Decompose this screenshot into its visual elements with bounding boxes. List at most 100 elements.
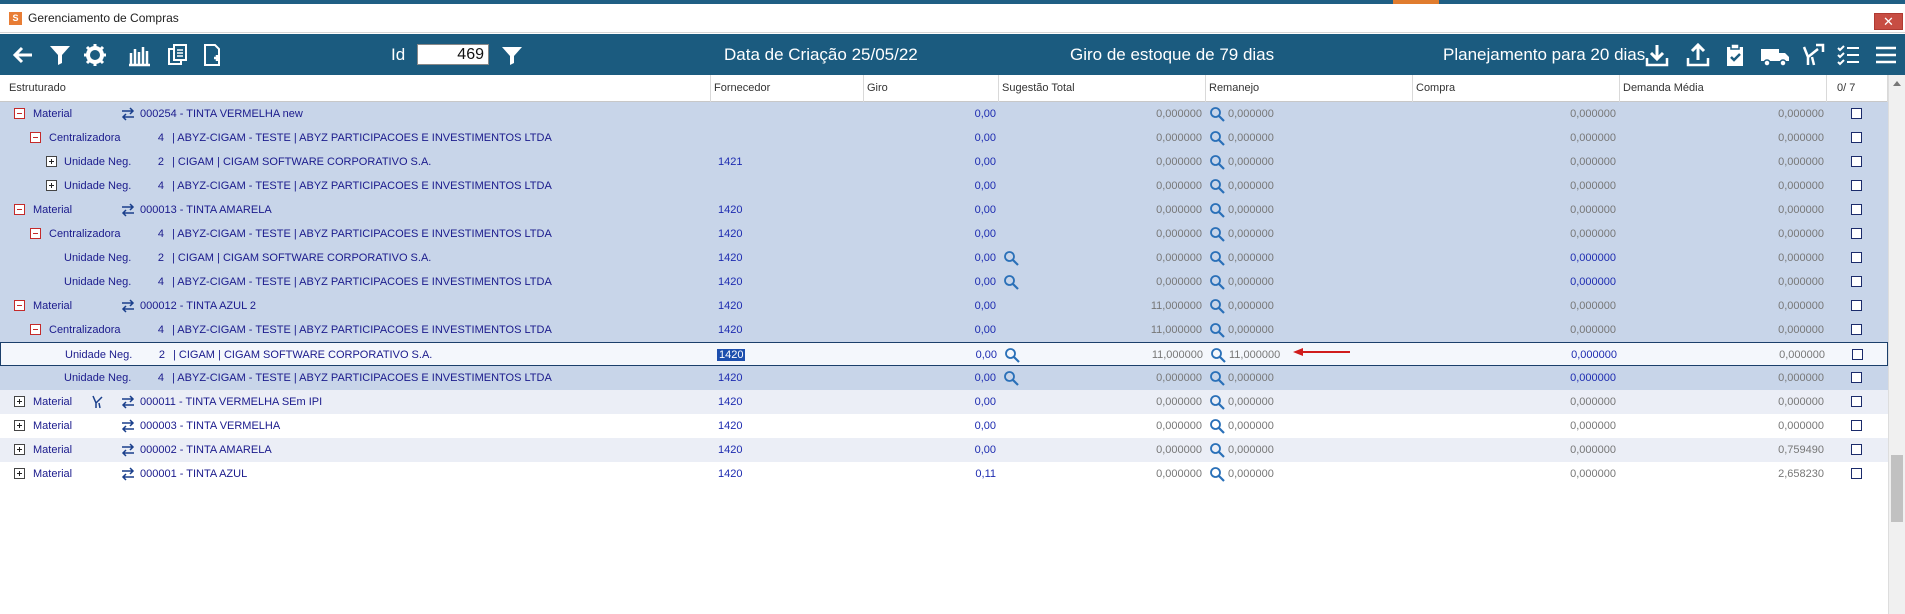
expand-icon[interactable]	[14, 444, 25, 455]
expand-icon[interactable]	[46, 180, 57, 191]
remanejo-cell[interactable]: 0,000000	[1228, 126, 1274, 150]
table-row[interactable]: Material 000001 - TINTA AZUL 1420 0,11 0,000…	[0, 462, 1888, 486]
row-checkbox[interactable]	[1851, 276, 1862, 287]
clipboard-check-icon[interactable]	[1722, 42, 1748, 68]
row-checkbox[interactable]	[1851, 156, 1862, 167]
scroll-thumb[interactable]	[1891, 455, 1903, 522]
id-input[interactable]: 469	[417, 44, 489, 65]
download-icon[interactable]	[1644, 42, 1670, 68]
compra-cell[interactable]: 0,000000	[1413, 462, 1616, 486]
fornecedor-cell[interactable]: 1420	[718, 414, 742, 438]
checklist-icon[interactable]	[1835, 42, 1861, 68]
compra-cell[interactable]: 0,000000	[1413, 366, 1616, 390]
table-row[interactable]: Material 000011 - TINTA VERMELHA SEm IPI 1…	[0, 390, 1888, 414]
expand-icon[interactable]	[14, 420, 25, 431]
search-icon[interactable]	[1209, 322, 1225, 338]
back-arrow-icon[interactable]	[10, 42, 36, 68]
col-fornecedor[interactable]: Fornecedor	[711, 75, 864, 102]
expand-icon[interactable]	[46, 156, 57, 167]
table-row[interactable]: Material 000012 - TINTA AZUL 2 1420 0,00 11,…	[0, 294, 1888, 318]
row-checkbox[interactable]	[1851, 444, 1862, 455]
remanejo-cell[interactable]: 0,000000	[1228, 318, 1274, 342]
fornecedor-cell[interactable]: 1420	[718, 438, 742, 462]
remanejo-cell[interactable]: 0,000000	[1228, 174, 1274, 198]
search-icon[interactable]	[1209, 370, 1225, 386]
table-row[interactable]: Centralizadora 4 | ABYZ-CIGAM - TESTE | AB…	[0, 126, 1888, 150]
new-page-icon[interactable]	[199, 42, 225, 68]
fornecedor-cell[interactable]: 1420	[718, 246, 742, 270]
compra-cell[interactable]: 0,000000	[1413, 438, 1616, 462]
col-demanda[interactable]: Demanda Média	[1620, 75, 1827, 102]
table-row[interactable]: Material 000013 - TINTA AMARELA 1420 0,00 0,…	[0, 198, 1888, 222]
search-icon[interactable]	[1209, 466, 1225, 482]
fornecedor-cell[interactable]: 1421	[718, 150, 742, 174]
menu-icon[interactable]	[1873, 42, 1899, 68]
remanejo-cell[interactable]: 0,000000	[1228, 294, 1274, 318]
remanejo-cell[interactable]: 0,000000	[1228, 462, 1274, 486]
table-row[interactable]: Unidade Neg. 4 | ABYZ-CIGAM - TESTE | ABYZ…	[0, 174, 1888, 198]
col-compra[interactable]: Compra	[1413, 75, 1620, 102]
table-row[interactable]: Unidade Neg. 4 | ABYZ-CIGAM - TESTE | ABYZ…	[0, 366, 1888, 390]
remanejo-cell[interactable]: 0,000000	[1228, 390, 1274, 414]
compra-cell[interactable]: 0,000000	[1413, 126, 1616, 150]
fork-icon[interactable]	[92, 395, 106, 409]
row-checkbox[interactable]	[1851, 372, 1862, 383]
search-icon[interactable]	[1209, 298, 1225, 314]
filter-icon[interactable]	[47, 42, 73, 68]
fornecedor-cell[interactable]: 1420	[718, 270, 742, 294]
remanejo-cell[interactable]: 0,000000	[1228, 366, 1274, 390]
search-icon[interactable]	[1209, 178, 1225, 194]
search-icon[interactable]	[1209, 394, 1225, 410]
table-row[interactable]: Material 000003 - TINTA VERMELHA 1420 0,00 0…	[0, 414, 1888, 438]
search-icon[interactable]	[1209, 226, 1225, 242]
collapse-icon[interactable]	[30, 132, 41, 143]
search-icon[interactable]	[1209, 130, 1225, 146]
fornecedor-cell[interactable]: 1420	[717, 343, 746, 367]
close-button[interactable]: ✕	[1874, 13, 1903, 30]
id-filter-icon[interactable]	[499, 42, 525, 68]
table-row[interactable]: Unidade Neg. 2 | CIGAM | CIGAM SOFTWARE CO…	[0, 342, 1888, 366]
table-row[interactable]: Centralizadora 4 | ABYZ-CIGAM - TESTE | AB…	[0, 318, 1888, 342]
compra-cell[interactable]: 0,000000	[1414, 343, 1617, 367]
row-checkbox[interactable]	[1851, 252, 1862, 263]
gear-icon[interactable]	[82, 42, 108, 68]
remanejo-cell[interactable]: 0,000000	[1228, 150, 1274, 174]
remanejo-cell[interactable]: 0,000000	[1228, 246, 1274, 270]
swap-arrows-icon[interactable]	[121, 299, 135, 313]
row-checkbox[interactable]	[1851, 228, 1862, 239]
remanejo-cell[interactable]: 0,000000	[1228, 438, 1274, 462]
scroll-up-icon[interactable]	[1893, 81, 1901, 86]
table-row[interactable]: Unidade Neg. 2 | CIGAM | CIGAM SOFTWARE CO…	[0, 150, 1888, 174]
truck-icon[interactable]	[1758, 42, 1792, 68]
compra-cell[interactable]: 0,000000	[1413, 102, 1616, 126]
search-icon[interactable]	[1210, 347, 1226, 363]
fornecedor-cell[interactable]: 1420	[718, 390, 742, 414]
remanejo-cell[interactable]: 0,000000	[1228, 198, 1274, 222]
row-checkbox[interactable]	[1851, 300, 1862, 311]
swap-arrows-icon[interactable]	[121, 395, 135, 409]
row-checkbox[interactable]	[1851, 396, 1862, 407]
row-checkbox[interactable]	[1851, 324, 1862, 335]
copy-pages-icon[interactable]	[165, 42, 191, 68]
row-checkbox[interactable]	[1851, 420, 1862, 431]
compra-cell[interactable]: 0,000000	[1413, 198, 1616, 222]
fornecedor-cell[interactable]: 1420	[718, 318, 742, 342]
row-checkbox[interactable]	[1851, 204, 1862, 215]
search-icon[interactable]	[1209, 202, 1225, 218]
fornecedor-value[interactable]: 1420	[717, 349, 746, 361]
row-checkbox[interactable]	[1851, 468, 1862, 479]
expand-icon[interactable]	[14, 396, 25, 407]
remanejo-cell[interactable]: 0,000000	[1228, 270, 1274, 294]
upload-icon[interactable]	[1685, 42, 1711, 68]
search-icon[interactable]	[1209, 250, 1225, 266]
swap-arrows-icon[interactable]	[121, 203, 135, 217]
search-icon[interactable]	[1209, 154, 1225, 170]
table-row[interactable]: Unidade Neg. 4 | ABYZ-CIGAM - TESTE | ABYZ…	[0, 270, 1888, 294]
compra-cell[interactable]: 0,000000	[1413, 174, 1616, 198]
col-remanejo[interactable]: Remanejo	[1206, 75, 1413, 102]
col-estruturado[interactable]: Estruturado	[6, 75, 711, 102]
compra-cell[interactable]: 0,000000	[1413, 414, 1616, 438]
compra-cell[interactable]: 0,000000	[1413, 390, 1616, 414]
collapse-icon[interactable]	[30, 324, 41, 335]
remanejo-cell[interactable]: 0,000000	[1228, 414, 1274, 438]
